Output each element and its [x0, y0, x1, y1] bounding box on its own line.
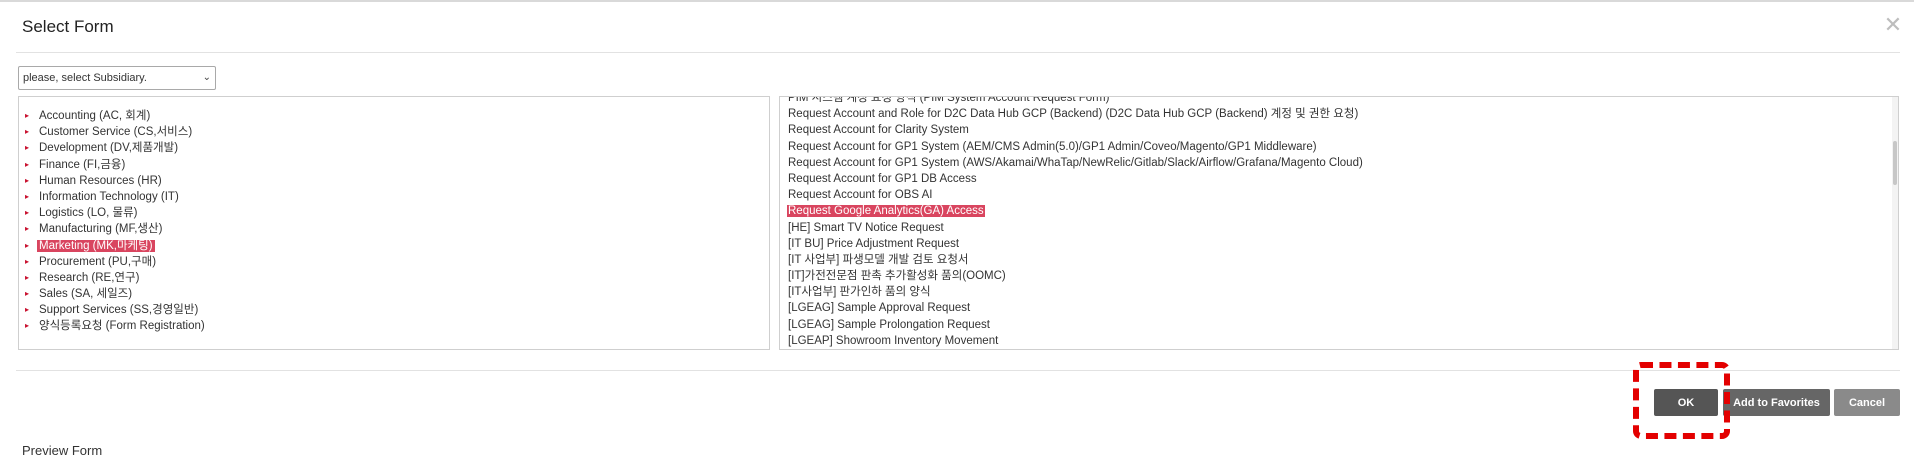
category-item-label: Logistics (LO, 물류) — [39, 207, 138, 220]
triangle-right-icon: ▸ — [25, 143, 30, 153]
category-item[interactable]: ▸ Development (DV,제품개발) — [25, 140, 207, 156]
category-item-label: Information Technology (IT) — [39, 190, 179, 203]
form-list-scrollbar[interactable] — [1892, 97, 1898, 349]
add-to-favorites-button[interactable]: Add to Favorites — [1723, 389, 1830, 416]
category-item-label: Human Resources (HR) — [39, 174, 162, 187]
category-item[interactable]: ▸ Research (RE,연구) — [25, 270, 207, 286]
category-item-label: Support Services (SS,경영일반) — [39, 304, 199, 317]
form-item-label: [LGEAG] Sample Prolongation Request — [788, 318, 991, 331]
preview-form-label: Preview Form — [22, 443, 103, 458]
triangle-right-icon: ▸ — [25, 224, 30, 234]
form-item-label: Request Account for GP1 System (AEM/CMS … — [788, 140, 1317, 153]
category-item-label: Accounting (AC, 회계) — [39, 110, 151, 122]
category-item[interactable]: ▸ Sales (SA, 세일즈) — [25, 286, 207, 302]
category-item[interactable]: ▸ Support Services (SS,경영일반) — [25, 302, 207, 318]
subsidiary-select[interactable]: please, select Subsidiary. ⌄ — [18, 66, 216, 90]
scrollbar-thumb[interactable] — [1893, 141, 1897, 185]
category-item-label: Marketing (MK,마케팅) — [37, 239, 155, 252]
form-list: PIM 시스템 계정 요청 양식 (PIM System Account Req… — [787, 96, 1364, 349]
subsidiary-select-value: please, select Subsidiary. — [23, 72, 147, 84]
category-item[interactable]: ▸ Logistics (LO, 물류) — [25, 205, 207, 221]
category-item[interactable]: ▸ Marketing (MK,마케팅) — [25, 238, 207, 254]
form-item-label: [IT사업부] 판가인하 품의 양식 — [788, 286, 931, 299]
footer-divider — [16, 370, 1900, 371]
triangle-right-icon: ▸ — [25, 175, 30, 185]
triangle-right-icon: ▸ — [25, 208, 30, 218]
category-item-label: Development (DV,제품개발) — [39, 142, 179, 155]
form-item[interactable]: PIM 시스템 계정 요청 양식 (PIM System Account Req… — [787, 96, 1364, 106]
cancel-button[interactable]: Cancel — [1834, 389, 1900, 416]
form-item-label: Request Account for OBS AI — [788, 189, 933, 202]
category-item-label: Research (RE,연구) — [39, 271, 140, 284]
triangle-right-icon: ▸ — [25, 127, 30, 137]
category-item[interactable]: ▸ 양식등록요청 (Form Registration) — [25, 318, 207, 334]
form-item-label: Request Account and Role for D2C Data Hu… — [788, 108, 1359, 121]
form-item-label: Request Account for GP1 DB Access — [788, 172, 977, 185]
form-item[interactable]: [IT사업부] 판가인하 품의 양식 — [787, 284, 1364, 300]
triangle-right-icon: ▸ — [25, 289, 30, 299]
form-item-label: Request Google Analytics(GA) Access — [787, 205, 985, 218]
triangle-right-icon: ▸ — [25, 111, 30, 120]
category-item-label: 양식등록요청 (Form Registration) — [39, 320, 205, 333]
category-item-label: Sales (SA, 세일즈) — [39, 288, 133, 301]
form-item[interactable]: Request Account for GP1 System (AWS/Akam… — [787, 155, 1364, 171]
category-item-label: Procurement (PU,구매) — [39, 255, 157, 268]
category-item[interactable]: ▸ Manufacturing (MF,생산) — [25, 221, 207, 237]
form-item[interactable]: [IT 사업부] 파생모델 개발 검토 요청서 — [787, 252, 1364, 268]
form-item-label: PIM 시스템 계정 요청 양식 (PIM System Account Req… — [788, 96, 1110, 104]
form-item[interactable]: [LGEAG] Sample Approval Request — [787, 300, 1364, 316]
triangle-right-icon: ▸ — [25, 256, 30, 266]
category-item-label: Finance (FI,금융) — [39, 158, 126, 171]
triangle-right-icon: ▸ — [25, 321, 30, 331]
top-border — [0, 0, 1914, 2]
form-item[interactable]: [HE] Smart TV Notice Request — [787, 220, 1364, 236]
form-item[interactable]: [LGEAG] Sample Prolongation Request — [787, 317, 1364, 333]
triangle-right-icon: ▸ — [25, 191, 30, 201]
category-list-panel[interactable]: ▸ Accounting (AC, 회계) ▸ Customer Service (C… — [18, 96, 770, 350]
form-item[interactable]: Request Account for GP1 DB Access — [787, 171, 1364, 187]
form-item[interactable]: Request Account for Clarity System — [787, 122, 1364, 138]
category-list: ▸ Accounting (AC, 회계) ▸ Customer Service (C… — [25, 108, 207, 335]
triangle-right-icon: ▸ — [25, 305, 30, 315]
form-item[interactable]: Request Account for OBS AI — [787, 187, 1364, 203]
category-item-label: Customer Service (CS,서비스) — [39, 126, 193, 139]
category-item-label: Manufacturing (MF,생산) — [39, 223, 163, 236]
form-item-label: Request Account for GP1 System (AWS/Akam… — [788, 156, 1363, 169]
form-item[interactable]: [LGEAP] Showroom Inventory Movement — [787, 333, 1364, 349]
category-item[interactable]: ▸ Human Resources (HR) — [25, 173, 207, 189]
form-item-label: [LGEAP] Showroom Inventory Movement — [788, 334, 999, 347]
form-item-label: [LGEAG] Sample Approval Request — [788, 302, 971, 315]
form-list-panel[interactable]: PIM 시스템 계정 요청 양식 (PIM System Account Req… — [779, 96, 1899, 350]
triangle-right-icon: ▸ — [25, 240, 30, 250]
form-item-label: [IT BU] Price Adjustment Request — [788, 237, 960, 250]
category-item[interactable]: ▸ Procurement (PU,구매) — [25, 254, 207, 270]
category-item[interactable]: ▸ Finance (FI,금융) — [25, 157, 207, 173]
chevron-down-icon: ⌄ — [202, 72, 211, 83]
category-item[interactable]: ▸ Accounting (AC, 회계) — [25, 108, 207, 124]
close-icon[interactable]: ✕ — [1882, 14, 1904, 36]
form-item[interactable]: [IT]가전전문점 판촉 추가활성화 품의(OOMC) — [787, 268, 1364, 284]
form-item-label: [HE] Smart TV Notice Request — [788, 221, 944, 234]
form-item[interactable]: Request Google Analytics(GA) Access — [787, 203, 1364, 219]
triangle-right-icon: ▸ — [25, 272, 30, 282]
form-item-label: Request Account for Clarity System — [788, 124, 969, 137]
form-item[interactable]: [IT BU] Price Adjustment Request — [787, 236, 1364, 252]
dialog-title: Select Form — [22, 17, 114, 36]
header-divider — [16, 52, 1900, 53]
form-item[interactable]: Request Account and Role for D2C Data Hu… — [787, 106, 1364, 122]
category-item[interactable]: ▸ Customer Service (CS,서비스) — [25, 124, 207, 140]
form-item-label: [IT]가전전문점 판촉 추가활성화 품의(OOMC) — [788, 270, 1006, 283]
triangle-right-icon: ▸ — [25, 159, 30, 169]
form-item[interactable]: Request Account for GP1 System (AEM/CMS … — [787, 139, 1364, 155]
category-item[interactable]: ▸ Information Technology (IT) — [25, 189, 207, 205]
form-item-label: [IT 사업부] 파생모델 개발 검토 요청서 — [788, 253, 969, 266]
ok-button[interactable]: OK — [1654, 389, 1718, 416]
